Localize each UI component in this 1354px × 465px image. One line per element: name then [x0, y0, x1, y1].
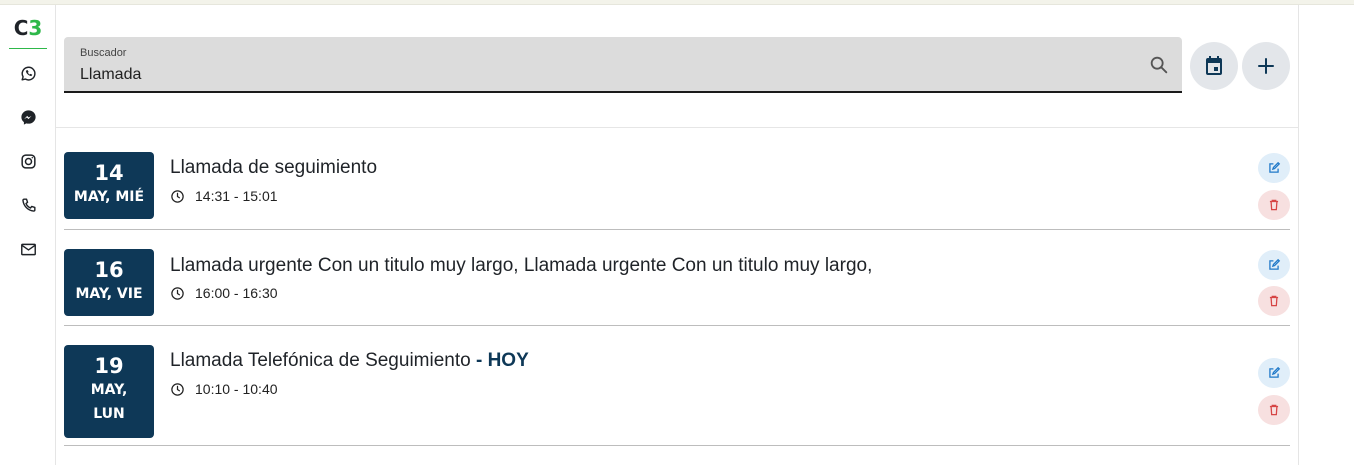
sidebar-item-mail[interactable]: [17, 238, 39, 260]
edit-icon: [1269, 366, 1281, 378]
event-day: 19: [94, 354, 124, 378]
whatsapp-icon: [20, 66, 36, 81]
event-time: 10:10 - 10:40: [170, 381, 278, 397]
trash-icon: [1269, 199, 1279, 211]
event-month: MAY, MIÉ: [73, 189, 145, 205]
event-date-badge: 14 MAY, MIÉ: [64, 152, 154, 219]
edit-event-button[interactable]: [1258, 250, 1290, 280]
event-day: 14: [94, 161, 124, 185]
add-event-button[interactable]: [1242, 42, 1290, 90]
edit-icon: [1269, 258, 1281, 270]
sidebar-item-messenger[interactable]: [17, 106, 39, 128]
event-item[interactable]: 14 MAY, MIÉ Llamada de seguimiento 14:31…: [64, 143, 1290, 230]
event-date-badge: 16 MAY, VIE: [64, 249, 154, 316]
delete-event-button[interactable]: [1258, 395, 1290, 425]
main-panel: Buscador 14 MAY, MIÉ Llamada de seguimie…: [56, 5, 1299, 465]
event-item[interactable]: 16 MAY, VIE Llamada urgente Con un titul…: [64, 240, 1290, 326]
clock-icon: [171, 286, 184, 300]
trash-icon: [1269, 404, 1279, 416]
event-time: 14:31 - 15:01: [170, 188, 278, 204]
event-month: MAY, VIE: [75, 286, 143, 302]
delete-event-button[interactable]: [1258, 190, 1290, 220]
clock-icon: [171, 189, 184, 203]
plus-icon: [1258, 58, 1274, 74]
messenger-icon: [20, 109, 36, 125]
event-title-text: Llamada Telefónica de Seguimiento: [170, 350, 471, 371]
mail-icon: [20, 243, 36, 255]
event-item[interactable]: 19 MAY, LUN Llamada Telefónica de Seguim…: [64, 336, 1290, 446]
search-input[interactable]: [80, 66, 1120, 84]
logo-letter: C: [13, 16, 29, 40]
edit-event-button[interactable]: [1258, 358, 1290, 388]
sidebar-item-phone[interactable]: [17, 194, 39, 216]
event-title-text: Llamada de seguimiento: [170, 157, 378, 178]
sidebar-item-whatsapp[interactable]: [17, 62, 39, 84]
search-label: Buscador: [80, 47, 127, 59]
event-month-line1: MAY,: [90, 382, 128, 398]
calendar-button[interactable]: [1190, 42, 1238, 90]
event-title: Llamada Telefónica de Seguimiento - HOY: [170, 350, 529, 372]
event-title: Llamada urgente Con un titulo muy largo,…: [170, 255, 872, 277]
sidebar-item-instagram[interactable]: [17, 150, 39, 172]
edit-event-button[interactable]: [1258, 153, 1290, 183]
delete-event-button[interactable]: [1258, 286, 1290, 316]
edit-icon: [1269, 161, 1281, 173]
calendar-icon: [1206, 56, 1222, 75]
event-time-text: 10:10 - 10:40: [195, 381, 278, 397]
today-badge: - HOY: [475, 350, 529, 371]
event-day: 16: [94, 258, 124, 282]
clock-icon: [171, 382, 184, 396]
search-field[interactable]: Buscador: [64, 37, 1182, 93]
event-time-text: 14:31 - 15:01: [195, 188, 278, 204]
trash-icon: [1269, 295, 1279, 307]
header-divider: [56, 127, 1299, 128]
app-logo[interactable]: C3: [9, 15, 47, 49]
event-time: 16:00 - 16:30: [170, 285, 278, 301]
logo-number: 3: [28, 16, 43, 40]
event-date-badge: 19 MAY, LUN: [64, 345, 154, 438]
event-time-text: 16:00 - 16:30: [195, 285, 278, 301]
event-title: Llamada de seguimiento: [170, 157, 377, 179]
event-month-line2: LUN: [93, 406, 125, 422]
sidebar: C3: [0, 5, 56, 465]
search-icon[interactable]: [1148, 54, 1170, 76]
phone-icon: [21, 197, 36, 212]
instagram-icon: [20, 153, 36, 169]
event-title-text: Llamada urgente Con un titulo muy largo,…: [170, 255, 873, 276]
